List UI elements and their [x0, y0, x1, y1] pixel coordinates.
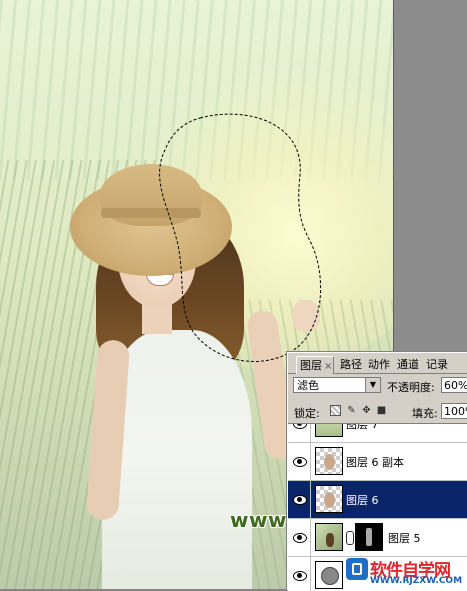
- visibility-toggle[interactable]: [288, 424, 311, 442]
- lock-image-brush-icon[interactable]: ✎: [346, 405, 357, 416]
- link-chain-icon[interactable]: [346, 531, 354, 545]
- layer-thumbnail: [315, 523, 343, 551]
- layer-row[interactable]: 图层 7: [288, 423, 467, 443]
- layer-thumbnail: [315, 424, 343, 437]
- blend-mode-select[interactable]: 滤色 ▼: [293, 377, 381, 393]
- logo-icon: [346, 558, 368, 580]
- lock-position-move-icon[interactable]: ✥: [361, 405, 372, 416]
- tab-channels[interactable]: 通道: [394, 356, 422, 373]
- layer-mask-thumbnail[interactable]: [355, 523, 383, 551]
- adjustment-layer-icon: [315, 561, 343, 589]
- layer-row[interactable]: 图层 6 副本: [288, 443, 467, 481]
- lock-transparency-icon[interactable]: [330, 405, 341, 416]
- layer-name: 图层 5: [388, 532, 421, 545]
- layer-thumbnail: [315, 485, 343, 513]
- tab-label: 动作: [368, 358, 390, 371]
- eye-icon: [293, 494, 307, 505]
- visibility-toggle[interactable]: [288, 519, 311, 556]
- lock-all-icon[interactable]: ■: [376, 405, 387, 416]
- layer-name: 图层 6: [346, 494, 379, 507]
- layer-thumbnail: [315, 447, 343, 475]
- eye-icon: [293, 456, 307, 467]
- tab-label: 路径: [340, 358, 362, 371]
- eye-icon: [293, 570, 307, 581]
- layer-name: 图层 7: [346, 423, 379, 431]
- tab-history[interactable]: 记录: [423, 356, 451, 373]
- fill-label: 填充:: [412, 407, 438, 420]
- tab-label: 图层: [300, 359, 322, 372]
- marquee-path: [159, 113, 322, 362]
- layer-name: 图层 6 副本: [346, 456, 404, 469]
- lock-row: 锁定: ✎ ✥ ■ 填充: 100%: [288, 400, 467, 422]
- tab-paths[interactable]: 路径: [337, 356, 365, 373]
- tab-label: 记录: [426, 358, 448, 371]
- eye-icon: [293, 424, 307, 429]
- logo-url: WWW.RJZXW.COM: [370, 576, 463, 586]
- tab-layers[interactable]: 图层 ×: [296, 356, 335, 374]
- panel-tabs: 图层 × 路径 动作 通道 记录: [288, 353, 467, 374]
- chevron-down-icon[interactable]: ▼: [365, 378, 380, 392]
- visibility-toggle[interactable]: [288, 557, 311, 591]
- opacity-input[interactable]: 60%: [441, 377, 467, 393]
- blend-row: 滤色 ▼ 不透明度: 60%: [288, 375, 467, 397]
- visibility-toggle[interactable]: [288, 481, 311, 518]
- blend-mode-value: 滤色: [297, 379, 319, 392]
- lock-label: 锁定:: [294, 407, 320, 420]
- layer-row-selected[interactable]: 图层 6: [288, 481, 467, 519]
- eye-icon: [293, 532, 307, 543]
- opacity-label: 不透明度:: [387, 381, 435, 394]
- tab-label: 通道: [397, 358, 419, 371]
- visibility-toggle[interactable]: [288, 443, 311, 480]
- close-icon[interactable]: ×: [324, 361, 332, 372]
- tab-actions[interactable]: 动作: [365, 356, 393, 373]
- fill-input[interactable]: 100%: [441, 403, 467, 419]
- site-logo: 软件自学网 WWW.RJZXW.COM: [346, 552, 467, 589]
